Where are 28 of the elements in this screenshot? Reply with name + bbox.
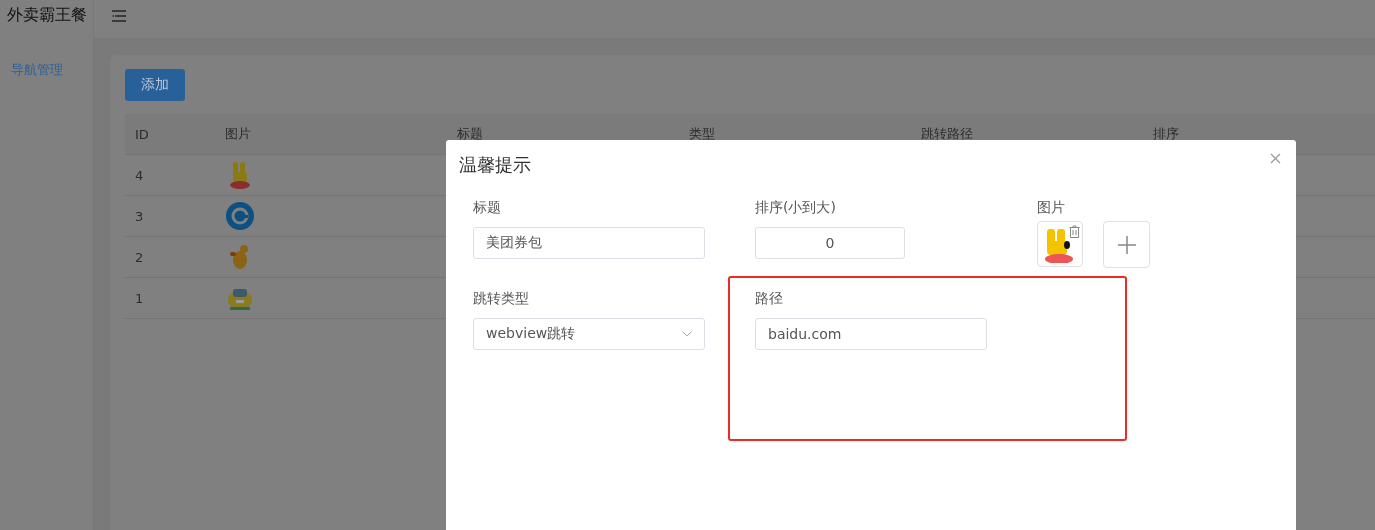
field-label: 跳转类型 [473,290,530,308]
add-image-button[interactable] [1103,221,1150,268]
dialog-title: 温馨提示 [459,153,531,177]
input-field[interactable]: baidu.com [755,318,987,350]
select-field[interactable]: webview跳转 [473,318,705,350]
column-header: 图片 [224,125,252,143]
column-header: 类型 [688,125,716,143]
app-title: 外卖霸王餐 [5,4,88,26]
field-label: 标题 [473,199,502,217]
menu-icon[interactable] [112,10,126,22]
chevron-down-icon [682,331,692,337]
field-label: 路径 [755,290,784,308]
column-header: 跳转路径 [920,125,974,143]
column-header: 标题 [456,125,484,143]
field-label: 排序(小到大) [755,199,837,217]
table-cell-text: 1 [134,290,145,306]
close-icon[interactable] [1270,153,1281,164]
column-header: 排序 [1152,125,1180,143]
field-label: 图片 [1037,199,1066,217]
table-cell-text: 3 [134,208,145,224]
table-cell-text: 4 [134,167,145,183]
trash-icon[interactable] [1069,225,1080,238]
table-cell-text: 2 [134,249,145,265]
add-button[interactable]: 添加 [125,69,185,101]
plus-icon [1116,234,1137,255]
number-field[interactable]: 0 [755,227,905,259]
input-field[interactable]: 美团券包 [473,227,705,259]
column-header: ID [134,126,150,142]
